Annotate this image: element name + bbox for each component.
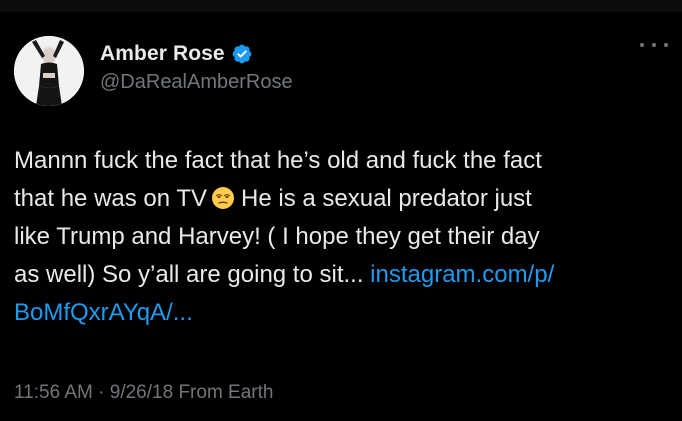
tweet-line: BoMfQxrAYqA/... bbox=[14, 294, 674, 332]
more-dot bbox=[652, 43, 656, 47]
tweet-text: Mannn fuck the fact that he’s old and fu… bbox=[14, 142, 674, 332]
more-dot bbox=[664, 43, 668, 47]
top-strip bbox=[0, 0, 682, 12]
tweet-line: as well) So y’all are going to sit... in… bbox=[14, 256, 674, 294]
tweet-header: Amber Rose @DaRealAmberRose bbox=[14, 36, 668, 106]
tweet-time[interactable]: 11:56 AM bbox=[14, 382, 93, 403]
instagram-link[interactable]: instagram.com/p/ bbox=[370, 261, 554, 288]
tweet-meta: 11:56 AM · 9/26/18 From Earth bbox=[14, 382, 273, 404]
more-dot bbox=[640, 43, 644, 47]
display-name-row: Amber Rose bbox=[100, 40, 293, 68]
avatar[interactable] bbox=[14, 36, 84, 106]
display-name[interactable]: Amber Rose bbox=[100, 42, 225, 66]
verified-badge-icon bbox=[231, 43, 253, 65]
tweet-text-segment: that he was on TV bbox=[14, 185, 208, 212]
handle[interactable]: @DaRealAmberRose bbox=[100, 71, 293, 94]
tweet-line: like Trump and Harvey! ( I hope they get… bbox=[14, 223, 540, 250]
meta-separator: · bbox=[92, 382, 110, 403]
tweet-date[interactable]: 9/26/18 bbox=[110, 382, 173, 403]
more-horizontal-icon[interactable] bbox=[640, 38, 668, 52]
unamused-face-icon bbox=[211, 186, 235, 210]
tweet-line: that he was on TV He is a sexual predato… bbox=[14, 180, 674, 218]
instagram-link-continued[interactable]: BoMfQxrAYqA/... bbox=[14, 299, 193, 326]
avatar-photo bbox=[14, 36, 84, 106]
tweet-source: From Earth bbox=[178, 382, 274, 403]
tweet-text-segment: He is a sexual predator just bbox=[241, 185, 532, 212]
tweet-text-segment: as well) So y’all are going to sit... bbox=[14, 261, 364, 288]
user-names: Amber Rose @DaRealAmberRose bbox=[100, 40, 293, 94]
tweet-line: Mannn fuck the fact that he’s old and fu… bbox=[14, 147, 542, 174]
